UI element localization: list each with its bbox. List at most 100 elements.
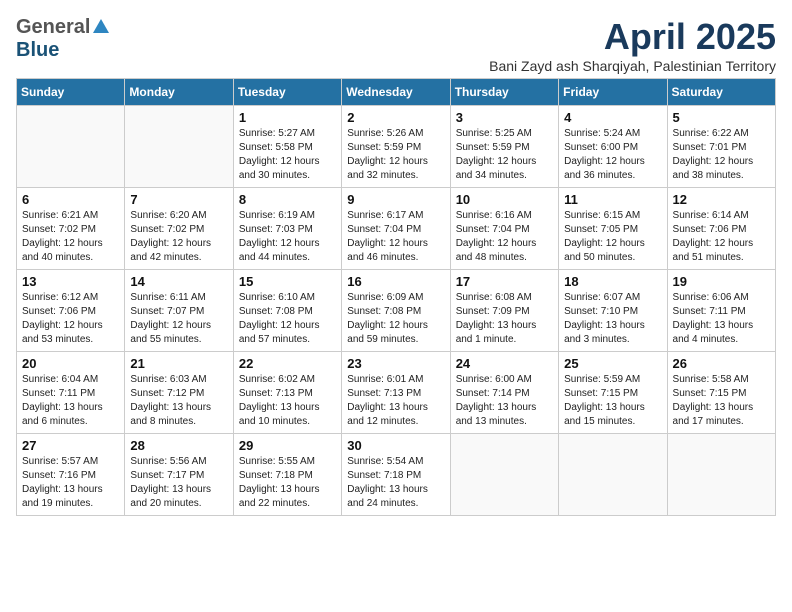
day-number: 3: [456, 110, 553, 125]
cell-content: Sunrise: 5:56 AMSunset: 7:17 PMDaylight:…: [130, 455, 227, 511]
calendar-cell: [450, 434, 558, 516]
calendar-cell: 25 Sunrise: 5:59 AMSunset: 7:15 PMDayligh…: [559, 352, 667, 434]
calendar-cell: 2Sunrise: 5:26 AMSunset: 5:59 PMDaylight…: [342, 106, 450, 188]
logo-blue: Blue: [16, 39, 59, 62]
month-title: April 2025: [489, 16, 776, 58]
weekday-header: Tuesday: [233, 79, 341, 106]
title-area: April 2025 Bani Zayd ash Sharqiyah, Pale…: [489, 16, 776, 74]
calendar-cell: 17 Sunrise: 6:08 AMSunset: 7:09 PMDayligh…: [450, 270, 558, 352]
calendar-cell: 29 Sunrise: 5:55 AMSunset: 7:18 PMDayligh…: [233, 434, 341, 516]
cell-content: Sunrise: 6:15 AMSunset: 7:05 PMDaylight:…: [564, 209, 661, 265]
day-number: 15: [239, 274, 336, 289]
day-number: 25: [564, 356, 661, 371]
day-number: 30: [347, 438, 444, 453]
cell-content: Sunrise: 6:16 AMSunset: 7:04 PMDaylight:…: [456, 209, 553, 265]
calendar-cell: 7 Sunrise: 6:20 AMSunset: 7:02 PMDaylight…: [125, 188, 233, 270]
day-number: 29: [239, 438, 336, 453]
cell-content: Sunrise: 6:11 AMSunset: 7:07 PMDaylight:…: [130, 291, 227, 347]
cell-content: Sunrise: 6:21 AMSunset: 7:02 PMDaylight:…: [22, 209, 119, 265]
day-number: 19: [673, 274, 770, 289]
day-number: 11: [564, 192, 661, 207]
day-number: 17: [456, 274, 553, 289]
day-number: 27: [22, 438, 119, 453]
weekday-header: Sunday: [17, 79, 125, 106]
cell-content: Sunrise: 6:04 AMSunset: 7:11 PMDaylight:…: [22, 373, 119, 429]
cell-content: Sunrise: 6:03 AMSunset: 7:12 PMDaylight:…: [130, 373, 227, 429]
day-number: 16: [347, 274, 444, 289]
calendar-cell: 12Sunrise: 6:14 AMSunset: 7:06 PMDayligh…: [667, 188, 775, 270]
calendar-cell: 27 Sunrise: 5:57 AMSunset: 7:16 PMDayligh…: [17, 434, 125, 516]
day-number: 21: [130, 356, 227, 371]
location-title: Bani Zayd ash Sharqiyah, Palestinian Ter…: [489, 58, 776, 74]
cell-content: Sunrise: 6:06 AMSunset: 7:11 PMDaylight:…: [673, 291, 770, 347]
calendar-week-row: 13 Sunrise: 6:12 AMSunset: 7:06 PMDayligh…: [17, 270, 776, 352]
cell-content: Sunrise: 6:10 AMSunset: 7:08 PMDaylight:…: [239, 291, 336, 347]
calendar-week-row: 27 Sunrise: 5:57 AMSunset: 7:16 PMDayligh…: [17, 434, 776, 516]
day-number: 14: [130, 274, 227, 289]
cell-content: Sunrise: 5:27 AMSunset: 5:58 PMDaylight:…: [239, 127, 336, 183]
logo-icon: [93, 19, 109, 33]
day-number: 20: [22, 356, 119, 371]
weekday-header: Thursday: [450, 79, 558, 106]
day-number: 7: [130, 192, 227, 207]
logo: General Blue: [16, 16, 109, 62]
cell-content: Sunrise: 5:59 AMSunset: 7:15 PMDaylight:…: [564, 373, 661, 429]
calendar-cell: 19 Sunrise: 6:06 AMSunset: 7:11 PMDayligh…: [667, 270, 775, 352]
calendar-cell: 5 Sunrise: 6:22 AMSunset: 7:01 PMDaylight…: [667, 106, 775, 188]
cell-content: Sunrise: 6:12 AMSunset: 7:06 PMDaylight:…: [22, 291, 119, 347]
calendar-cell: 1 Sunrise: 5:27 AMSunset: 5:58 PMDaylight…: [233, 106, 341, 188]
calendar-cell: 24Sunrise: 6:00 AMSunset: 7:14 PMDayligh…: [450, 352, 558, 434]
calendar-week-row: 20 Sunrise: 6:04 AMSunset: 7:11 PMDayligh…: [17, 352, 776, 434]
calendar-cell: 4 Sunrise: 5:24 AMSunset: 6:00 PMDaylight…: [559, 106, 667, 188]
weekday-header: Monday: [125, 79, 233, 106]
day-number: 13: [22, 274, 119, 289]
cell-content: Sunrise: 5:24 AMSunset: 6:00 PMDaylight:…: [564, 127, 661, 183]
day-number: 5: [673, 110, 770, 125]
day-number: 4: [564, 110, 661, 125]
calendar-cell: 28Sunrise: 5:56 AMSunset: 7:17 PMDayligh…: [125, 434, 233, 516]
cell-content: Sunrise: 6:09 AMSunset: 7:08 PMDaylight:…: [347, 291, 444, 347]
day-number: 12: [673, 192, 770, 207]
day-number: 23: [347, 356, 444, 371]
weekday-header: Friday: [559, 79, 667, 106]
cell-content: Sunrise: 6:02 AMSunset: 7:13 PMDaylight:…: [239, 373, 336, 429]
day-number: 18: [564, 274, 661, 289]
cell-content: Sunrise: 5:54 AMSunset: 7:18 PMDaylight:…: [347, 455, 444, 511]
day-number: 6: [22, 192, 119, 207]
day-number: 26: [673, 356, 770, 371]
calendar-cell: 14 Sunrise: 6:11 AMSunset: 7:07 PMDayligh…: [125, 270, 233, 352]
calendar-cell: 16 Sunrise: 6:09 AMSunset: 7:08 PMDayligh…: [342, 270, 450, 352]
calendar-cell: [125, 106, 233, 188]
calendar-week-row: 6 Sunrise: 6:21 AMSunset: 7:02 PMDaylight…: [17, 188, 776, 270]
cell-content: Sunrise: 6:07 AMSunset: 7:10 PMDaylight:…: [564, 291, 661, 347]
day-number: 9: [347, 192, 444, 207]
weekday-header: Saturday: [667, 79, 775, 106]
day-number: 24: [456, 356, 553, 371]
calendar-cell: [559, 434, 667, 516]
calendar-cell: 13 Sunrise: 6:12 AMSunset: 7:06 PMDayligh…: [17, 270, 125, 352]
calendar-cell: 3Sunrise: 5:25 AMSunset: 5:59 PMDaylight…: [450, 106, 558, 188]
cell-content: Sunrise: 6:20 AMSunset: 7:02 PMDaylight:…: [130, 209, 227, 265]
cell-content: Sunrise: 5:57 AMSunset: 7:16 PMDaylight:…: [22, 455, 119, 511]
calendar-cell: 22Sunrise: 6:02 AMSunset: 7:13 PMDayligh…: [233, 352, 341, 434]
cell-content: Sunrise: 5:55 AMSunset: 7:18 PMDaylight:…: [239, 455, 336, 511]
logo-general: General: [16, 16, 90, 39]
cell-content: Sunrise: 6:01 AMSunset: 7:13 PMDaylight:…: [347, 373, 444, 429]
calendar-cell: [17, 106, 125, 188]
calendar-cell: 26Sunrise: 5:58 AMSunset: 7:15 PMDayligh…: [667, 352, 775, 434]
calendar-cell: 10Sunrise: 6:16 AMSunset: 7:04 PMDayligh…: [450, 188, 558, 270]
cell-content: Sunrise: 5:26 AMSunset: 5:59 PMDaylight:…: [347, 127, 444, 183]
cell-content: Sunrise: 6:08 AMSunset: 7:09 PMDaylight:…: [456, 291, 553, 347]
weekday-header: Wednesday: [342, 79, 450, 106]
calendar-cell: [667, 434, 775, 516]
cell-content: Sunrise: 6:22 AMSunset: 7:01 PMDaylight:…: [673, 127, 770, 183]
calendar-cell: 11 Sunrise: 6:15 AMSunset: 7:05 PMDayligh…: [559, 188, 667, 270]
calendar-cell: 23 Sunrise: 6:01 AMSunset: 7:13 PMDayligh…: [342, 352, 450, 434]
calendar-table: SundayMondayTuesdayWednesdayThursdayFrid…: [16, 78, 776, 516]
calendar-cell: 21 Sunrise: 6:03 AMSunset: 7:12 PMDayligh…: [125, 352, 233, 434]
page-header: General Blue April 2025 Bani Zayd ash Sh…: [16, 16, 776, 74]
calendar-cell: 20 Sunrise: 6:04 AMSunset: 7:11 PMDayligh…: [17, 352, 125, 434]
calendar-cell: 30 Sunrise: 5:54 AMSunset: 7:18 PMDayligh…: [342, 434, 450, 516]
calendar-week-row: 1 Sunrise: 5:27 AMSunset: 5:58 PMDaylight…: [17, 106, 776, 188]
day-number: 1: [239, 110, 336, 125]
